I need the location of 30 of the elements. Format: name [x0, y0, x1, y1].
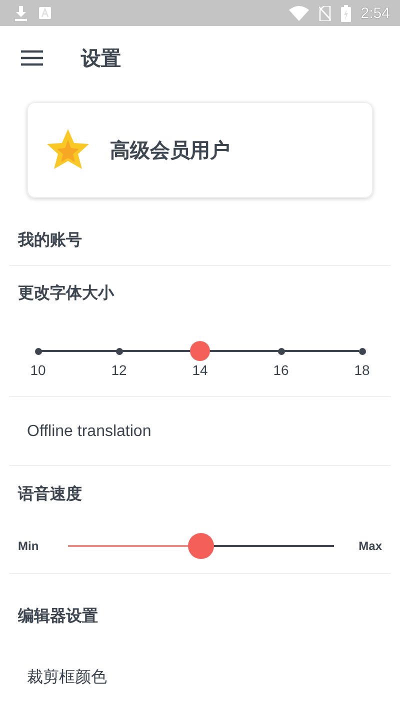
status-time: 2:54: [360, 4, 390, 22]
settings-item[interactable]: Offline translation: [9, 397, 391, 466]
download-icon: [14, 5, 28, 21]
page-title: 设置: [81, 44, 121, 72]
settings-item[interactable]: 裁剪框颜色: [9, 641, 391, 711]
section-heading: 语音速度: [18, 484, 83, 505]
no-sim-icon: [318, 6, 331, 20]
min-label: Min: [18, 539, 40, 553]
step-label: 10: [30, 362, 46, 378]
battery-icon: [340, 4, 351, 22]
step-label: 12: [111, 362, 127, 378]
slider-thumb[interactable]: [188, 533, 214, 559]
step-label: 18: [354, 362, 370, 378]
step-dot[interactable]: [34, 348, 42, 354]
step-dot[interactable]: [278, 348, 284, 354]
wifi-icon: [288, 6, 309, 20]
font-size-slider[interactable]: 10 12 14 16 18: [18, 340, 382, 378]
step-dot[interactable]: [190, 341, 210, 361]
step-label: 14: [192, 362, 208, 378]
step-dot[interactable]: [116, 348, 122, 354]
step-label: 16: [273, 362, 289, 378]
max-label: Max: [358, 539, 382, 553]
notification-icon: [38, 6, 52, 20]
premium-card[interactable]: 高级会员用户: [27, 102, 373, 198]
step-dot[interactable]: [358, 348, 366, 354]
section-heading: 编辑器设置: [18, 606, 99, 627]
section-heading: 更改字体大小: [18, 283, 116, 304]
section-heading: 我的账号: [18, 230, 83, 251]
premium-label: 高级会员用户: [110, 136, 230, 164]
menu-icon[interactable]: [21, 50, 43, 66]
